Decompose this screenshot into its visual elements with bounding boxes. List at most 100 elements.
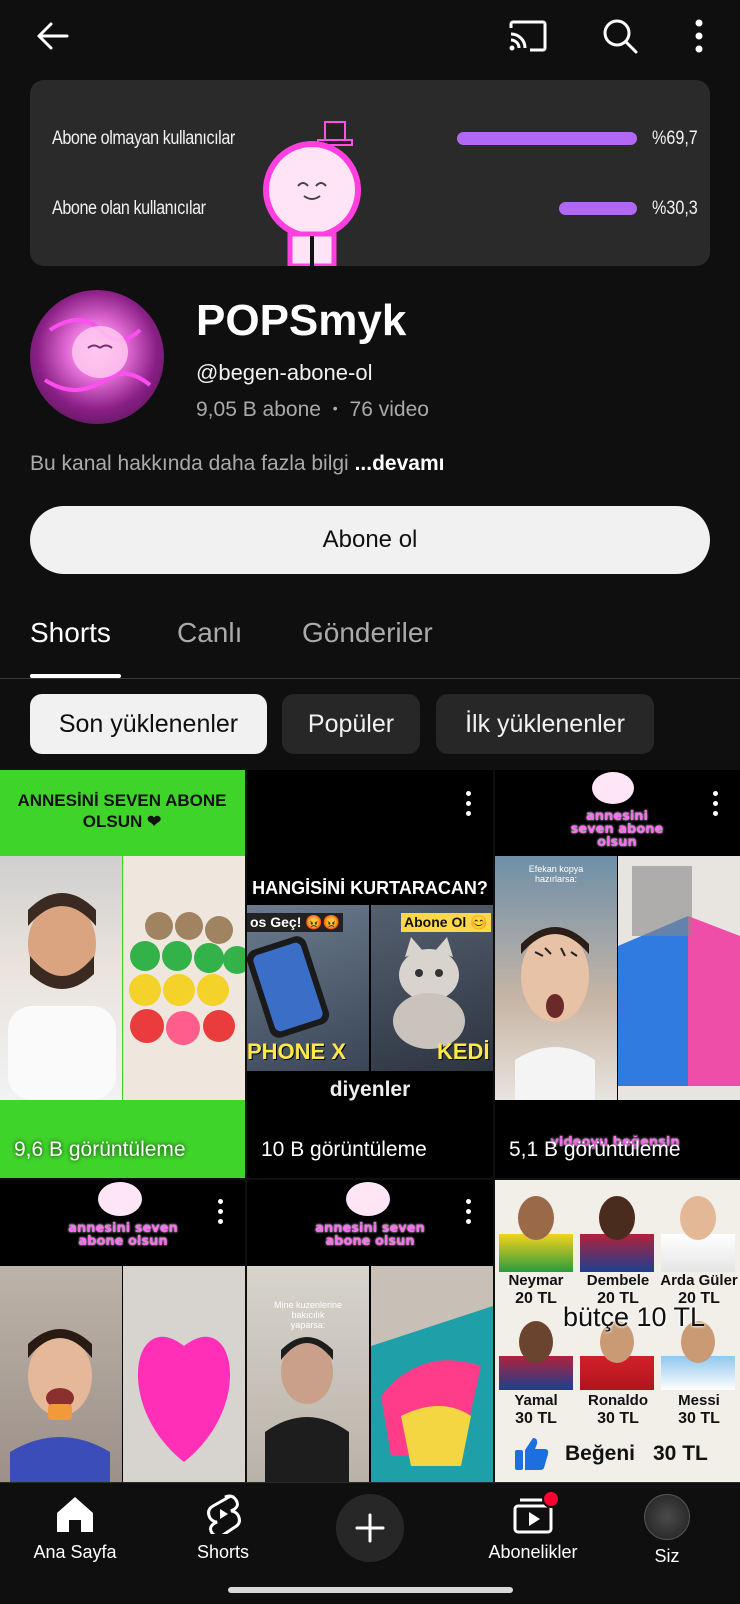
channel-banner: Abone olmayan kullanıcılar %69,7 Abone o…: [30, 80, 710, 266]
short-views: 9,6 B görüntüleme: [14, 1138, 186, 1161]
chip-oldest[interactable]: İlk yüklenenler: [436, 694, 654, 754]
short-overlay-left-bottom: PHONE X: [247, 1039, 347, 1064]
avatar: [644, 1494, 690, 1540]
create-icon: [355, 1513, 385, 1543]
player-photo: [499, 1188, 573, 1272]
short-tile[interactable]: Neymar 20 TL Dembele 20 TL Arda Güler 20…: [495, 1180, 740, 1482]
short-header: HANGİSİNİ KURTARACAN?: [252, 878, 488, 898]
short-thumbnail-sand: [371, 1266, 493, 1482]
short-tile[interactable]: HANGİSİNİ KURTARACAN? os Geç! 😡😡 PHONE X…: [247, 770, 493, 1178]
nav-home[interactable]: Ana Sayfa: [30, 1494, 120, 1563]
short-thumbnail-sand: [123, 856, 245, 1100]
short-caption: diyenler: [329, 1078, 411, 1101]
short-thumbnail-person: [0, 856, 122, 1100]
notification-dot: [542, 1490, 560, 1508]
stats-separator: •: [332, 400, 338, 416]
short-tile[interactable]: annesini seven abone olsun: [0, 1180, 245, 1482]
short-overlay: Efekan kopya hazırlarsa:: [528, 864, 584, 884]
more-link[interactable]: ...devamı: [355, 452, 445, 475]
channel-handle: @begen-abone-ol: [196, 360, 373, 385]
short-header: annesini seven abone olsun: [570, 809, 664, 850]
short-more-icon[interactable]: [701, 786, 729, 820]
short-mascot-icon: [346, 1182, 390, 1216]
player-name: Ronaldo: [588, 1392, 648, 1409]
mascot-illustration: [263, 121, 361, 266]
more-vert-icon[interactable]: [684, 14, 714, 58]
percent-subscribers: %30,3: [652, 198, 698, 219]
player-name: Dembele: [586, 1272, 650, 1289]
short-thumbnail-sand: [123, 1266, 245, 1482]
short-mascot-icon: [98, 1182, 142, 1216]
search-icon[interactable]: [596, 12, 644, 60]
short-more-icon[interactable]: [206, 1194, 234, 1228]
cast-icon[interactable]: [504, 14, 552, 58]
short-more-icon[interactable]: [454, 786, 482, 820]
budget-text: bütçe 10 TL: [562, 1302, 706, 1332]
player-grid: Neymar 20 TL Dembele 20 TL Arda Güler 20…: [495, 1180, 740, 1482]
tab-posts[interactable]: Gönderiler: [302, 617, 433, 649]
player-name: Messi: [678, 1392, 720, 1409]
short-thumbnail-phone: os Geç! 😡😡 PHONE X: [247, 905, 369, 1071]
like-price: 30 TL: [653, 1442, 708, 1465]
banner-label-subscribers: Abone olan kullanıcılar: [52, 198, 206, 219]
video-count: 76 video: [349, 398, 429, 421]
about-text: Bu kanal hakkında daha fazla bilgi: [30, 452, 349, 475]
short-tile[interactable]: ANNESİNİ SEVEN ABONE OLSUN ❤ 9,6 B görün…: [0, 770, 245, 1178]
short-overlay-left-top: os Geç! 😡😡: [247, 913, 344, 932]
channel-name: POPSmyk: [196, 296, 407, 345]
tab-shorts[interactable]: Shorts: [30, 617, 111, 649]
subscribe-button[interactable]: Abone ol: [30, 506, 710, 574]
short-mascot-icon: [592, 772, 634, 804]
channel-avatar[interactable]: [30, 290, 164, 424]
player-name: Neymar: [508, 1272, 564, 1289]
short-views: 10 B görüntüleme: [261, 1138, 427, 1161]
nav-label: Abonelikler: [488, 1542, 578, 1562]
player-price: 30 TL: [678, 1410, 720, 1427]
banner-label-non-subscribers: Abone olmayan kullanıcılar: [52, 128, 235, 149]
player-name: Arda Güler: [660, 1272, 738, 1289]
player-price: 30 TL: [515, 1410, 557, 1427]
nav-label: Siz: [654, 1546, 680, 1566]
short-tile[interactable]: annesini seven abone olsun Mine kuzenler…: [247, 1180, 493, 1482]
player-name: Yamal: [514, 1392, 558, 1409]
top-app-bar: [0, 0, 740, 72]
short-thumbnail-cat: Abone Ol 😊 KEDİ: [371, 905, 493, 1071]
short-thumbnail-person: [0, 1266, 122, 1482]
player-price: 30 TL: [597, 1410, 639, 1427]
player-photo: [661, 1188, 735, 1272]
player-photo: [580, 1188, 654, 1272]
back-icon[interactable]: [28, 14, 76, 58]
thumbs-up-icon: [515, 1438, 549, 1470]
nav-label: Ana Sayfa: [33, 1542, 117, 1562]
bar-subscribers: [559, 202, 637, 215]
chip-popular[interactable]: Popüler: [282, 694, 420, 754]
nav-shorts[interactable]: Shorts: [178, 1494, 268, 1563]
short-thumbnail-person: Mine kuzenlerine bakıcılık yaparsa:: [247, 1266, 369, 1482]
tabs-divider: [0, 678, 740, 679]
short-more-icon[interactable]: [454, 1194, 482, 1228]
percent-non-subscribers: %69,7: [652, 128, 698, 149]
channel-stats: 9,05 B abone • 76 video: [196, 398, 429, 422]
short-overlay-right-bottom: KEDİ: [437, 1039, 490, 1064]
nav-subscriptions[interactable]: Abonelikler: [468, 1490, 598, 1563]
short-thumbnail-sand: [618, 856, 740, 1100]
short-thumbnail-face: Efekan kopya hazırlarsa:: [495, 856, 617, 1100]
short-header: annesini seven abone olsun: [315, 1221, 425, 1249]
short-header: annesini seven abone olsun: [68, 1221, 178, 1249]
nav-label: Shorts: [196, 1542, 250, 1562]
subscriber-count: 9,05 B abone: [196, 398, 321, 421]
short-header: ANNESİNİ SEVEN ABONE OLSUN ❤: [17, 791, 227, 831]
chip-latest[interactable]: Son yüklenenler: [30, 694, 267, 754]
short-tile[interactable]: annesini seven abone olsun Efekan kopya …: [495, 770, 740, 1178]
nav-you[interactable]: Siz: [622, 1494, 712, 1567]
like-text: Beğeni: [565, 1442, 636, 1465]
short-overlay-right-top: Abone Ol 😊: [401, 913, 491, 932]
home-indicator: [228, 1587, 513, 1593]
create-button[interactable]: [336, 1494, 404, 1562]
shorts-icon: [207, 1494, 241, 1534]
channel-about[interactable]: Bu kanal hakkında daha fazla bilgi ...de…: [30, 452, 444, 476]
short-views: 5,1 B görüntüleme: [509, 1138, 681, 1161]
home-icon: [57, 1497, 93, 1532]
bar-non-subscribers: [457, 132, 637, 145]
tab-live[interactable]: Canlı: [177, 617, 242, 649]
